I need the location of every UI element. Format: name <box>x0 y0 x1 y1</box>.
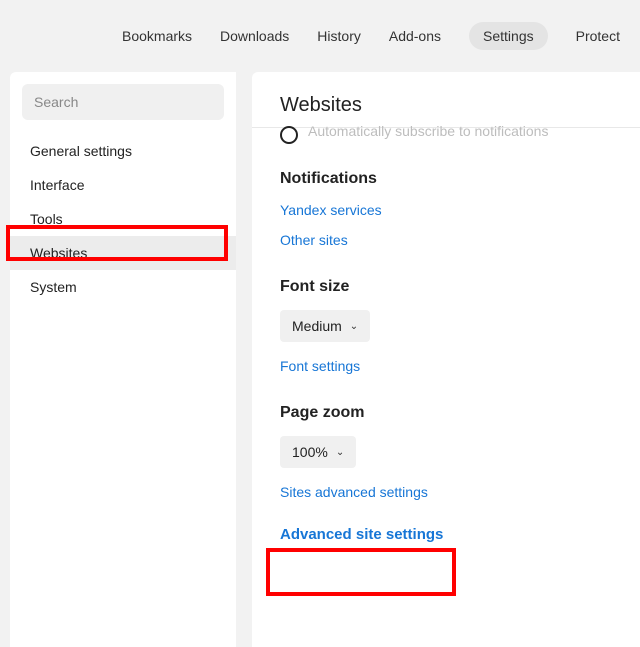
font-size-heading: Font size <box>280 278 640 296</box>
link-sites-advanced[interactable]: Sites advanced settings <box>280 484 640 500</box>
font-size-section: Font size Medium ⌄ Font settings <box>280 278 640 374</box>
content-panel: Websites Automatically subscribe to noti… <box>252 72 640 647</box>
sidebar-item-websites[interactable]: Websites <box>10 236 236 270</box>
font-size-value: Medium <box>292 318 342 334</box>
notifications-section: Notifications Yandex services Other site… <box>280 170 640 248</box>
notifications-heading: Notifications <box>280 170 640 188</box>
sidebar: General settings Interface Tools Website… <box>10 72 236 647</box>
nav-addons[interactable]: Add-ons <box>389 28 441 44</box>
chevron-down-icon: ⌄ <box>350 321 358 332</box>
page-zoom-section: Page zoom 100% ⌄ Sites advanced settings <box>280 404 640 500</box>
sidebar-item-interface[interactable]: Interface <box>10 168 236 202</box>
page-title: Websites <box>280 94 640 117</box>
link-yandex-services[interactable]: Yandex services <box>280 202 640 218</box>
sidebar-item-system[interactable]: System <box>10 270 236 304</box>
nav-history[interactable]: History <box>317 28 361 44</box>
chevron-down-icon: ⌄ <box>336 447 344 458</box>
nav-downloads[interactable]: Downloads <box>220 28 289 44</box>
page-zoom-value: 100% <box>292 444 328 460</box>
link-advanced-site-settings[interactable]: Advanced site settings <box>280 526 640 543</box>
link-font-settings[interactable]: Font settings <box>280 358 640 374</box>
sidebar-item-tools[interactable]: Tools <box>10 202 236 236</box>
circle-icon <box>280 126 298 144</box>
advanced-section: Advanced site settings <box>280 526 640 543</box>
page-zoom-heading: Page zoom <box>280 404 640 422</box>
font-size-select[interactable]: Medium ⌄ <box>280 310 370 342</box>
link-other-sites[interactable]: Other sites <box>280 232 640 248</box>
page-zoom-select[interactable]: 100% ⌄ <box>280 436 356 468</box>
auto-subscribe-row: Automatically subscribe to notifications <box>280 122 640 140</box>
sidebar-item-general[interactable]: General settings <box>10 134 236 168</box>
search-input[interactable] <box>22 84 224 120</box>
nav-bookmarks[interactable]: Bookmarks <box>122 28 192 44</box>
auto-subscribe-label: Automatically subscribe to notifications <box>308 123 548 139</box>
top-navigation: Bookmarks Downloads History Add-ons Sett… <box>0 0 640 72</box>
nav-protect[interactable]: Protect <box>576 28 620 44</box>
nav-settings[interactable]: Settings <box>469 22 548 50</box>
